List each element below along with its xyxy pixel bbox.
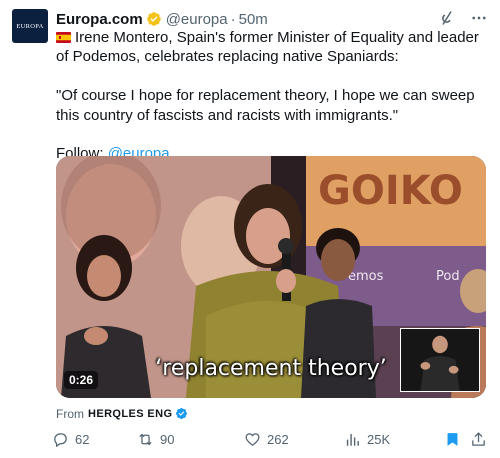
banner-text-right: Pod [436,269,460,284]
like-icon [245,432,260,446]
retweet-icon [139,433,152,445]
tweet[interactable]: EUROPA Europa.com @europa · 50m Irene Mo… [0,0,500,458]
verified-badge-icon [146,12,161,26]
more-options-icon[interactable] [470,9,488,27]
separator-dot: · [230,10,236,28]
author-handle[interactable]: @europa [166,11,228,28]
views-count: 25K [367,431,391,447]
grok-icon[interactable] [438,9,456,27]
reply-icon [54,432,67,447]
tweet-header: Europa.com @europa · 50m [56,9,440,29]
spain-flag-icon [56,32,71,43]
like-button[interactable]: 262 [244,428,289,450]
retweet-count: 90 [160,431,175,447]
tweet-quote: "Of course I hope for replacement theory… [56,87,475,124]
video-duration: 0:26 [64,371,99,389]
sign-language-interpreter-inset [400,328,480,392]
views-button[interactable]: 25K [344,428,390,450]
reply-button[interactable]: 62 [52,428,89,450]
author-name[interactable]: Europa.com [56,11,143,28]
retweet-button[interactable]: 90 [137,428,174,450]
top-actions [438,9,488,27]
from-label: From [56,406,84,421]
source-verified-icon [176,407,188,420]
share-button[interactable] [470,428,487,450]
avatar-text: EUROPA [16,22,44,30]
bookmark-icon [447,432,458,446]
views-icon [346,433,359,446]
tweet-timestamp[interactable]: 50m [239,11,268,28]
video-player[interactable]: GOIKO emos Pod ‘replacement theory’ 0:26 [56,156,486,398]
tweet-text: Irene Montero, Spain's former Minister o… [56,28,486,164]
avatar[interactable]: EUROPA [12,9,48,43]
banner-text-left: emos [348,269,384,284]
action-bar: 62 90 262 25K [52,428,492,450]
source-name-link[interactable]: HERQLES ENG [88,408,172,420]
tweet-line-intro: Irene Montero, Spain's former Minister o… [56,29,479,66]
share-icon [472,431,485,446]
reply-count: 62 [75,431,90,447]
like-count: 262 [267,431,289,447]
sign-text: GOIKO [318,168,463,214]
interpreter-image [401,329,479,391]
bookmark-button[interactable] [444,428,461,450]
source-attribution: From HERQLES ENG [56,406,188,421]
